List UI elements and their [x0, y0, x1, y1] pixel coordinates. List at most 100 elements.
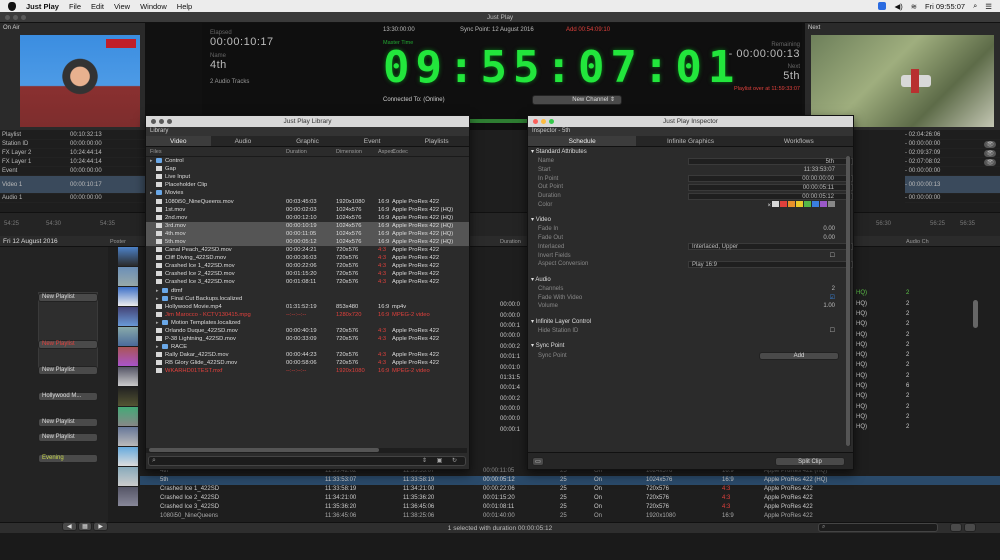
duration-field[interactable]: 00:00:05:12 — [688, 192, 853, 200]
library-file-row[interactable]: 2nd.mov 00:00:12:10 1024x576 16:9 Apple ProR… — [146, 214, 469, 222]
layer-row[interactable]: FX Layer 2 10:24:44:14 — [0, 149, 145, 158]
col-dimension[interactable]: Dimension — [336, 149, 378, 155]
table-row[interactable] — [856, 278, 976, 288]
layout-button[interactable] — [950, 523, 962, 532]
library-minimize-button[interactable] — [159, 119, 164, 124]
library-file-row[interactable]: P-38 Lightning_422SD.mov 00:00:33:09 720x5… — [146, 335, 469, 343]
color-swatch[interactable] — [796, 200, 803, 207]
eye-icon[interactable]: 👁 — [984, 140, 996, 148]
library-view-icons[interactable]: ⇕ ▣ ↻ — [422, 457, 461, 464]
library-file-row[interactable]: Live Input — [146, 173, 469, 181]
eye-icon[interactable]: 👁 — [984, 149, 996, 157]
section-sync-point[interactable]: ▾ Sync Point — [528, 341, 853, 351]
library-hscroll[interactable] — [146, 448, 467, 453]
poster-thumb[interactable] — [118, 267, 138, 286]
library-file-row[interactable]: Rally Dakar_422SD.mov 00:00:44:23 720x576 4… — [146, 351, 469, 359]
invert-fields-checkbox[interactable]: ☐ — [688, 252, 853, 259]
name-field[interactable]: 5th — [688, 157, 853, 165]
library-file-row[interactable]: Gap — [146, 165, 469, 173]
library-file-row[interactable]: Canal Peach_422SD.mov 00:00:24:21 720x576 4… — [146, 246, 469, 254]
poster-thumb[interactable] — [118, 427, 138, 446]
library-zoom-button[interactable] — [167, 119, 172, 124]
in-point-field[interactable]: 00:00:00:00 — [688, 175, 853, 183]
library-close-button[interactable] — [151, 119, 156, 124]
poster-thumb[interactable] — [118, 447, 138, 466]
poster-thumb[interactable] — [118, 307, 138, 326]
inspector-scrollbar[interactable] — [846, 156, 851, 446]
inspector-sidebar-button[interactable]: ▭ — [532, 457, 544, 466]
playlist-button[interactable]: Hollywood M... — [38, 392, 98, 401]
remaining-row[interactable]: - 02:04:26:06 — [905, 131, 1000, 140]
table-row[interactable] — [856, 247, 976, 257]
table-row[interactable]: HQ) 2 — [856, 329, 976, 339]
library-file-row[interactable]: Crashed Ice 2_422SD.mov 00:01:15:20 720x57… — [146, 270, 469, 278]
menu-file[interactable]: File — [69, 2, 81, 11]
poster-thumb[interactable] — [118, 367, 138, 386]
interlaced-select[interactable]: Interlaced, Upper — [688, 243, 853, 251]
channel-select[interactable]: New Channel ⇕ — [532, 95, 622, 105]
playlist-button[interactable]: New Playlist — [38, 418, 98, 427]
color-swatch[interactable] — [820, 200, 827, 207]
table-row[interactable]: HQ) 2 — [856, 350, 976, 360]
zoom-window-button[interactable] — [21, 15, 26, 20]
library-file-row[interactable]: Crashed Ice 1_422SD.mov 00:00:22:06 720x57… — [146, 262, 469, 270]
remaining-row[interactable]: - 00:00:00:00 👁 — [905, 140, 1000, 149]
remaining-row[interactable]: - 02:07:08:02 👁 — [905, 158, 1000, 167]
col-duration[interactable]: Duration — [286, 149, 336, 155]
table-row[interactable]: HQ) 2 — [856, 309, 976, 319]
library-file-row[interactable]: Cliff Diving_422SD.mov 00:00:36:03 720x576… — [146, 254, 469, 262]
grid-view-button[interactable]: ▦ — [77, 522, 93, 531]
library-titlebar[interactable]: Just Play Library — [146, 116, 469, 127]
library-search-input[interactable] — [161, 457, 411, 465]
section-audio[interactable]: ▾ Audio — [528, 275, 853, 285]
layer-row[interactable]: Station ID 00:00:00:00 — [0, 140, 145, 149]
table-row[interactable]: HQ) 2 — [856, 412, 976, 422]
fade-out-value[interactable]: 0.00 — [688, 235, 853, 241]
schedule-row-selected[interactable]: 5th 11:33:53:07 11:33:58:19 00:00:05:12 … — [140, 475, 1000, 485]
library-scroll-thumb[interactable] — [149, 448, 379, 452]
notification-center-icon[interactable]: ☰ — [985, 2, 992, 11]
add-sync-point-button[interactable]: Add — [759, 351, 839, 360]
library-folder-row[interactable]: ▸ Control — [146, 157, 469, 165]
col-codec[interactable]: Codec — [392, 149, 462, 155]
library-file-row[interactable]: Jim Marocco - KCTV130415.mpg --:--:--:-- 1… — [146, 311, 469, 319]
library-folder-row[interactable]: ▸ Motion Templates.localized — [146, 319, 469, 327]
table-row[interactable] — [856, 268, 976, 278]
inspector-minimize-button[interactable] — [541, 119, 546, 124]
status-app-icon[interactable] — [878, 2, 887, 10]
minimize-window-button[interactable] — [13, 15, 18, 20]
inspector-close-button[interactable] — [533, 119, 538, 124]
hide-station-id-checkbox[interactable]: ☐ — [688, 327, 853, 334]
schedule-row[interactable]: 1080i50_NineQueens 11:36:45:06 11:38:25:… — [140, 511, 1000, 520]
split-clip-button[interactable]: Split Clip — [775, 457, 845, 466]
color-swatch[interactable] — [828, 200, 835, 207]
inspector-scroll-thumb[interactable] — [846, 156, 850, 446]
inspector-titlebar[interactable]: Just Play Inspector — [528, 116, 853, 127]
section-video[interactable]: ▾ Video — [528, 215, 853, 225]
spotlight-search-icon[interactable]: ⌕ — [973, 1, 977, 11]
library-file-row[interactable]: 1080i50_NineQueens.mov 00:03:45:03 1920x10… — [146, 197, 469, 205]
poster-thumb[interactable] — [118, 327, 138, 346]
table-row[interactable]: HQ) 2 — [856, 319, 976, 329]
volume-value[interactable]: 1.00 — [688, 303, 853, 309]
table-row[interactable] — [856, 257, 976, 267]
library-folder-row[interactable]: ▸ RACE — [146, 343, 469, 351]
tab-event[interactable]: Event — [340, 136, 405, 146]
tab-schedule[interactable]: Schedule — [528, 136, 637, 146]
library-folder-row[interactable]: ▸ Movies — [146, 189, 469, 197]
layer-row[interactable]: FX Layer 1 10:24:44:14 — [0, 158, 145, 167]
menu-view[interactable]: View — [114, 2, 130, 11]
table-row[interactable]: HQ) 2 — [856, 422, 976, 432]
library-file-row[interactable]: 3rd.mov 00:00:10:19 1024x576 16:9 Apple ProR… — [146, 221, 469, 230]
remaining-row[interactable]: - 00:00:00:00 — [905, 194, 1000, 203]
apple-icon[interactable] — [8, 1, 16, 11]
library-file-row[interactable]: Placeholder Clip — [146, 181, 469, 189]
poster-thumb[interactable] — [118, 247, 138, 266]
fade-in-value[interactable]: 0.00 — [688, 226, 853, 232]
library-file-row[interactable]: 4th.mov 00:00:11:05 1024x576 16:9 Apple ProR… — [146, 229, 469, 238]
library-file-row[interactable]: 5th.mov 00:00:05:12 1024x576 16:9 Apple ProR… — [146, 237, 469, 247]
library-file-row[interactable]: Hollywood Movie.mp4 01:31:52:19 853x480 16:… — [146, 303, 469, 311]
poster-thumb[interactable] — [118, 287, 138, 306]
tab-infinite-graphics[interactable]: Infinite Graphics — [636, 136, 744, 146]
app-menu[interactable]: Just Play — [26, 2, 59, 11]
